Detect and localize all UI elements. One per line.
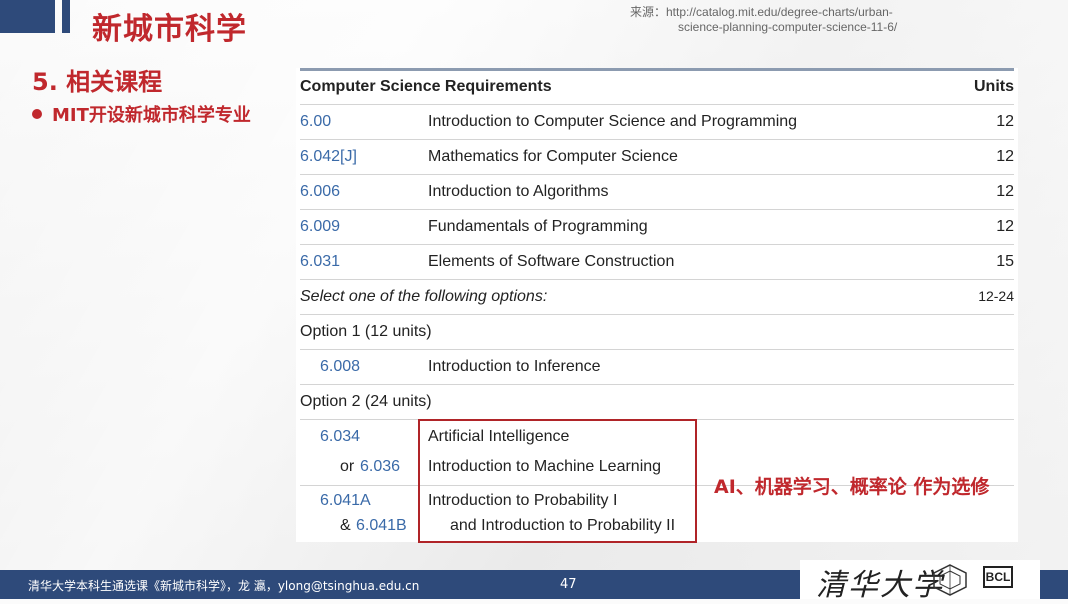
course-code-link[interactable]: 6.036 <box>360 458 400 476</box>
course-units: 15 <box>996 253 1014 270</box>
course-units: 12 <box>996 183 1014 200</box>
table-row: 6.00 Introduction to Computer Science an… <box>300 105 1014 140</box>
bullet-dot-icon <box>32 109 42 119</box>
course-code-link[interactable]: 6.009 <box>300 218 340 236</box>
option-2-label: Option 2 (24 units) <box>300 393 432 410</box>
course-code-link[interactable]: 6.034 <box>320 428 360 446</box>
or-label: or <box>340 458 355 475</box>
course-units: 12 <box>996 148 1014 165</box>
course-title: Introduction to Algorithms <box>428 183 609 200</box>
select-options-text: Select one of the following options: <box>300 288 548 305</box>
footer-credit: 清华大学本科生通选课《新城市科学》，龙 瀛，ylong@tsinghua.edu… <box>28 579 420 593</box>
option-2-label-row: Option 2 (24 units) <box>300 385 1014 420</box>
tsinghua-logo-text: 清华大学 <box>816 568 944 603</box>
header-decor-block <box>0 0 55 33</box>
tsinghua-emblem-icon <box>933 564 967 596</box>
table-header-units: Units <box>974 78 1014 95</box>
annotation-text: AI、机器学习、概率论 作为选修 <box>714 476 990 498</box>
table-row: 6.042[J] Mathematics for Computer Scienc… <box>300 140 1014 175</box>
source-line-1: 来源：http://catalog.mit.edu/degree-charts/… <box>630 5 893 19</box>
bullet-text: MIT开设新城市科学专业 <box>52 105 251 126</box>
highlight-box <box>418 419 697 543</box>
course-code-link[interactable]: 6.00 <box>300 113 331 131</box>
course-code-link[interactable]: 6.041A <box>320 492 371 510</box>
select-options-row: Select one of the following options: 12-… <box>300 280 1014 315</box>
section-title: 5. 相关课程 <box>32 68 163 96</box>
course-code-link[interactable]: 6.041B <box>356 517 407 535</box>
source-line-2: science-planning-computer-science-11-6/ <box>678 20 898 34</box>
table-row: 6.006 Introduction to Algorithms 12 <box>300 175 1014 210</box>
bcl-logo-icon: BCL <box>983 566 1013 588</box>
table-top-rule <box>300 68 1014 71</box>
source-citation: 来源：http://catalog.mit.edu/degree-charts/… <box>630 5 930 35</box>
course-title: Introduction to Inference <box>428 358 601 375</box>
table-row: 6.009 Fundamentals of Programming 12 <box>300 210 1014 245</box>
course-code-link[interactable]: 6.008 <box>320 358 360 376</box>
course-title: Fundamentals of Programming <box>428 218 648 235</box>
table-header-title: Computer Science Requirements <box>300 78 552 95</box>
course-units: 12 <box>996 218 1014 235</box>
course-title: Mathematics for Computer Science <box>428 148 678 165</box>
course-title: Introduction to Computer Science and Pro… <box>428 113 798 130</box>
course-code-link[interactable]: 6.006 <box>300 183 340 201</box>
course-units: 12 <box>996 113 1014 130</box>
page-number: 47 <box>560 577 577 592</box>
table-row: 6.008 Introduction to Inference <box>300 350 1014 385</box>
course-code-link[interactable]: 6.042[J] <box>300 148 357 166</box>
table-row: 6.031 Elements of Software Construction … <box>300 245 1014 280</box>
table-header-row: Computer Science Requirements Units <box>300 74 1014 105</box>
option-1-label: Option 1 (12 units) <box>300 323 432 340</box>
course-code-link[interactable]: 6.031 <box>300 253 340 271</box>
bullet-item: MIT开设新城市科学专业 <box>32 101 251 127</box>
course-title: Elements of Software Construction <box>428 253 675 270</box>
select-options-units: 12-24 <box>978 288 1014 304</box>
header-decor-bar <box>62 0 70 33</box>
option-1-label-row: Option 1 (12 units) <box>300 315 1014 350</box>
and-label: & <box>340 517 351 534</box>
slide-title: 新城市科学 <box>92 12 247 47</box>
